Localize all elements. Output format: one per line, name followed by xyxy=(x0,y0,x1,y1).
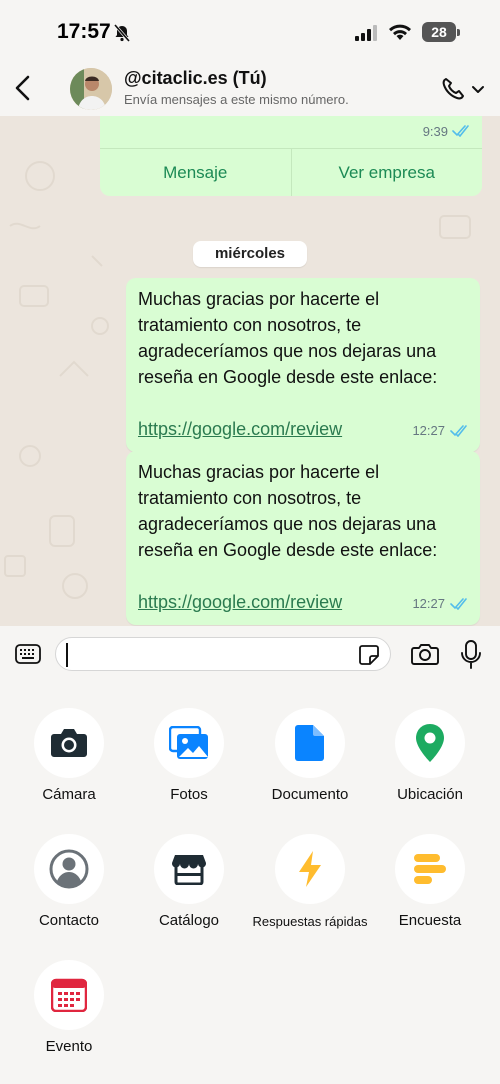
message-link[interactable]: https://google.com/review xyxy=(138,592,342,612)
avatar[interactable] xyxy=(70,68,112,110)
chat-area[interactable]: 9:39 Mensaje Ver empresa miércoles Mucha… xyxy=(0,116,500,626)
attach-camera-circle xyxy=(34,708,104,778)
message-meta: 12:27 xyxy=(412,418,470,444)
view-business-button[interactable]: Ver empresa xyxy=(290,149,483,196)
message-bubble[interactable]: Muchas gracias por hacerte el tratamient… xyxy=(126,451,480,625)
battery-indicator: 28 xyxy=(422,22,456,42)
contact-subtitle: Envía mensajes a este mismo número. xyxy=(124,92,349,107)
message-button[interactable]: Mensaje xyxy=(100,149,291,196)
attach-label: Evento xyxy=(45,1038,93,1055)
message-bubble[interactable]: Muchas gracias por hacerte el tratamient… xyxy=(126,278,480,452)
attach-label: Fotos xyxy=(170,786,208,803)
battery-tip xyxy=(457,29,460,36)
message-composer xyxy=(0,626,500,684)
attachment-panel: Cámara Fotos Documento Ubicación Contact… xyxy=(0,684,500,1084)
call-button[interactable] xyxy=(440,75,486,103)
message-time: 9:39 xyxy=(422,124,448,139)
attach-quick-replies[interactable]: Respuestas rápidas xyxy=(250,834,370,929)
text-caret xyxy=(66,643,68,667)
attach-catalog[interactable]: Catálogo xyxy=(129,834,249,929)
message-text: Muchas gracias por hacerte el tratamient… xyxy=(138,462,438,560)
attach-document[interactable]: Documento xyxy=(250,708,370,803)
poll-icon xyxy=(414,854,446,884)
chat-header: @citaclic.es (Tú) Envía mensajes a este … xyxy=(0,62,500,116)
camera-icon xyxy=(51,729,87,757)
attach-location-circle xyxy=(395,708,465,778)
attach-location[interactable]: Ubicación xyxy=(370,708,490,803)
attach-label: Encuesta xyxy=(398,912,462,929)
attach-contact[interactable]: Contacto xyxy=(9,834,129,929)
keyboard-icon[interactable] xyxy=(15,644,41,664)
contact-name[interactable]: @citaclic.es (Tú) xyxy=(124,68,267,89)
status-bar: 17:57 28 xyxy=(0,0,500,62)
attach-quick-replies-circle xyxy=(275,834,345,904)
message-meta: 12:27 xyxy=(412,591,470,617)
attach-poll-circle xyxy=(395,834,465,904)
photos-icon xyxy=(169,726,208,759)
wifi-icon xyxy=(389,24,411,40)
message-link[interactable]: https://google.com/review xyxy=(138,419,342,439)
avatar-image xyxy=(70,68,112,110)
read-ticks-icon xyxy=(450,598,467,610)
attach-label: Ubicación xyxy=(397,786,463,803)
message-time: 12:27 xyxy=(412,596,445,611)
camera-icon[interactable] xyxy=(411,642,439,666)
attach-event[interactable]: Evento xyxy=(9,960,129,1055)
status-time: 17:57 xyxy=(57,20,111,43)
message-text: Muchas gracias por hacerte el tratamient… xyxy=(138,289,438,387)
business-card-actions: Mensaje Ver empresa xyxy=(100,148,482,196)
attach-catalog-circle xyxy=(154,834,224,904)
attach-label: Cámara xyxy=(42,786,96,803)
attach-label: Contacto xyxy=(38,912,100,929)
message-input[interactable] xyxy=(55,637,391,671)
attach-label: Catálogo xyxy=(158,912,220,929)
attach-poll[interactable]: Encuesta xyxy=(370,834,490,929)
sticker-icon[interactable] xyxy=(358,644,380,666)
attach-event-circle xyxy=(34,960,104,1030)
attach-contact-circle xyxy=(34,834,104,904)
attach-label: Respuestas rápidas xyxy=(252,914,368,929)
lightning-icon xyxy=(299,851,321,887)
attach-photos-circle xyxy=(154,708,224,778)
bell-off-icon xyxy=(113,24,131,42)
back-button[interactable] xyxy=(12,74,36,102)
document-icon xyxy=(295,725,324,761)
storefront-icon xyxy=(171,855,207,885)
attach-photos[interactable]: Fotos xyxy=(129,708,249,803)
date-chip: miércoles xyxy=(193,241,307,267)
read-ticks-icon xyxy=(452,125,469,137)
business-card-footer: 9:39 xyxy=(100,116,482,148)
attach-label: Documento xyxy=(271,786,349,803)
calendar-icon xyxy=(51,978,87,1012)
microphone-icon[interactable] xyxy=(460,640,482,670)
read-ticks-icon xyxy=(450,425,467,437)
location-pin-icon xyxy=(416,724,444,762)
contact-icon xyxy=(49,849,89,889)
signal-icon xyxy=(355,25,377,41)
attach-document-circle xyxy=(275,708,345,778)
message-time: 12:27 xyxy=(412,423,445,438)
attach-camera[interactable]: Cámara xyxy=(9,708,129,803)
